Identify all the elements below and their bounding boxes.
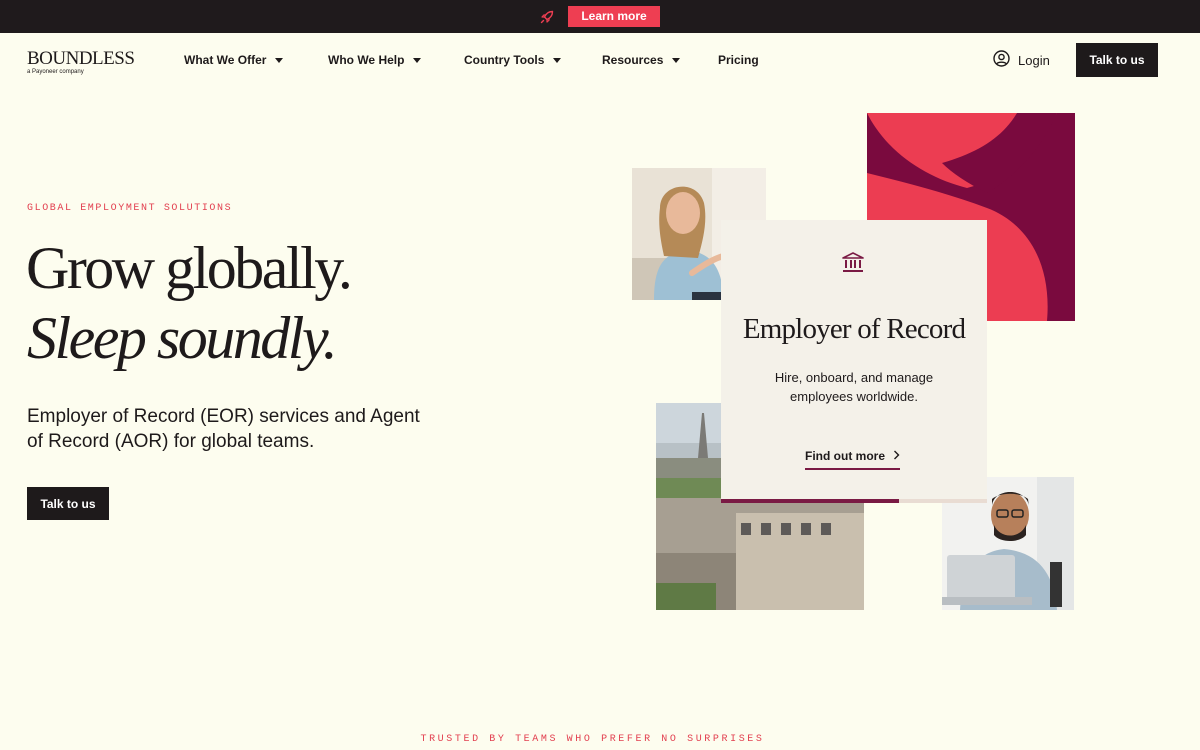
chevron-down-icon (413, 57, 422, 63)
nav-item-label: Pricing (718, 53, 759, 67)
nav-item-label: Country Tools (464, 53, 545, 67)
talk-to-us-header-button[interactable]: Talk to us (1076, 43, 1158, 77)
hero-headline-line2: Sleep soundly. (27, 305, 338, 371)
nav-item-country-tools[interactable]: Country Tools (464, 53, 602, 67)
chevron-down-icon (553, 57, 562, 63)
trusted-heading: TRUSTED BY TEAMS WHO PREFER NO SURPRISES (420, 734, 765, 745)
nav-item-label: Resources (602, 53, 664, 67)
card-description: Hire, onboard, and manage employees worl… (774, 370, 934, 404)
card-progress-bar (721, 499, 987, 503)
talk-to-us-hero-button[interactable]: Talk to us (27, 487, 109, 520)
employer-of-record-card: Employer of Record Hire, onboard, and ma… (721, 220, 987, 503)
logo-tagline: a Payoneer company (27, 69, 84, 75)
chevron-down-icon (275, 57, 284, 63)
nav-item-label: What We Offer (184, 53, 267, 67)
find-out-more-link[interactable]: Find out more (805, 449, 900, 470)
chevron-down-icon (672, 57, 681, 63)
nav-item-label: Who We Help (328, 53, 405, 67)
learn-more-button[interactable]: Learn more (568, 6, 660, 27)
hero-lead: Employer of Record (EOR) services and Ag… (27, 406, 420, 452)
bank-icon (842, 252, 864, 278)
hero-eyebrow: GLOBAL EMPLOYMENT SOLUTIONS (27, 203, 233, 214)
card-progress-fill (721, 499, 900, 503)
logo[interactable]: BOUNDLESS a Payoneer company (27, 48, 135, 76)
announcement-bar: Learn more (0, 0, 1200, 33)
chevron-right-icon (893, 449, 900, 463)
card-title: Employer of Record (742, 313, 966, 345)
nav-item-what-we-offer[interactable]: What We Offer (184, 53, 328, 67)
user-circle-icon (993, 50, 1010, 70)
login-link[interactable]: Login (993, 50, 1050, 70)
rocket-icon (540, 10, 554, 24)
hero-headline-line1: Grow globally. (26, 235, 353, 301)
logo-wordmark: BOUNDLESS (27, 48, 135, 69)
login-label: Login (1018, 52, 1050, 68)
site-header: BOUNDLESS a Payoneer company What We Off… (0, 33, 1200, 87)
nav-item-resources[interactable]: Resources (602, 53, 718, 67)
main-nav: What We Offer Who We Help Country Tools … (184, 33, 759, 87)
nav-item-who-we-help[interactable]: Who We Help (328, 53, 464, 67)
find-out-more-label: Find out more (805, 449, 885, 463)
nav-item-pricing[interactable]: Pricing (718, 53, 759, 67)
